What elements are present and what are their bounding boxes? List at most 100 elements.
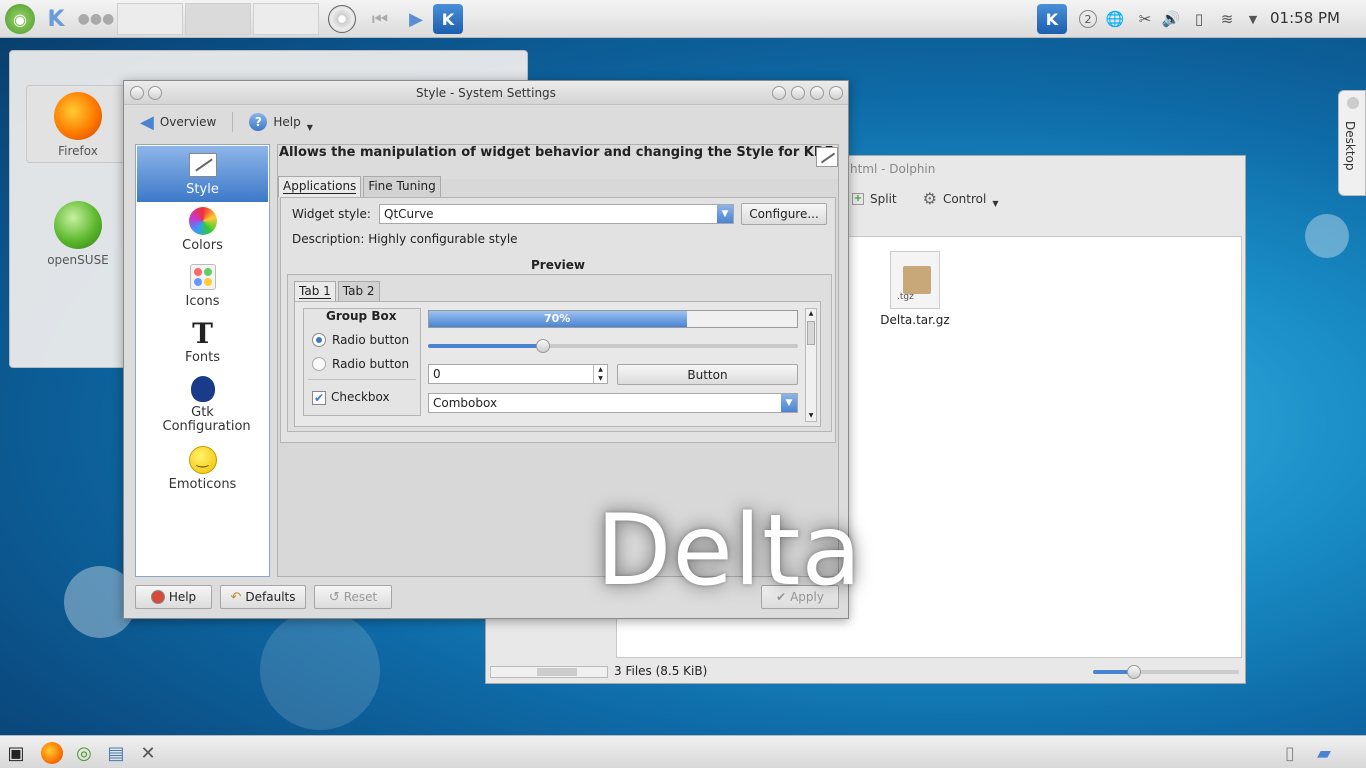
scroll-down-icon[interactable]: ▼ — [806, 411, 816, 421]
preview-slider[interactable] — [428, 339, 798, 353]
network-manager-icon[interactable]: ◎ — [70, 739, 98, 767]
top-panel: ◉ K ●●● ⏮ ▶ K K 2 🌐 ✂ 🔊 ▯ ≋ ▼ 01:58 PM — [0, 0, 1366, 38]
tab-label: Fine Tuning — [368, 179, 436, 193]
dolphin-statusbar: 3 Files (8.5 KiB) — [486, 661, 1245, 683]
desktop-toolbox[interactable]: Desktop — [1338, 90, 1366, 196]
scissors-icon[interactable]: ✂ — [1134, 8, 1156, 30]
desktop-icon-opensuse[interactable]: openSUSE — [26, 199, 130, 267]
window-title: Style - System Settings — [416, 86, 556, 100]
category-emoticons[interactable]: ‿ Emoticons — [137, 441, 268, 497]
pager-desktop-3[interactable] — [253, 3, 319, 35]
reset-icon: ↺ — [328, 589, 340, 605]
gnome-foot-icon — [188, 374, 218, 404]
widget-style-combo[interactable]: QtCurve ▼ — [379, 204, 734, 224]
battery-icon[interactable]: ▯ — [1188, 8, 1210, 30]
clock[interactable]: 01:58 PM — [1270, 9, 1340, 27]
window-help-button[interactable] — [772, 86, 786, 100]
combobox-value: Combobox — [433, 396, 498, 410]
style-description: Description: Highly configurable style — [292, 232, 518, 246]
zoom-slider-handle[interactable] — [1127, 665, 1141, 679]
reset-button[interactable]: ↺ Reset — [314, 585, 392, 609]
category-icons[interactable]: Icons — [137, 258, 268, 314]
bokeh-light — [1305, 214, 1349, 258]
help-button-label: Help — [168, 590, 197, 604]
style-module-icon — [816, 147, 838, 167]
back-arrow-icon: ◀ — [140, 111, 154, 133]
preview-combobox[interactable]: Combobox ▼ — [428, 393, 798, 413]
package-box-icon — [903, 266, 931, 294]
firefox-launcher[interactable] — [38, 739, 66, 767]
file-name: Delta.tar.gz — [880, 313, 950, 327]
preview-button[interactable]: Button — [617, 364, 798, 385]
volume-icon[interactable]: 🔊 — [1160, 8, 1182, 30]
window-maximize-button[interactable] — [810, 86, 824, 100]
application-launcher[interactable]: ◉ — [4, 3, 36, 35]
tab-fine-tuning[interactable]: Fine Tuning — [363, 176, 441, 197]
preview-tab-2[interactable]: Tab 2 — [337, 281, 380, 302]
main-tabbar: Applications Fine Tuning — [278, 176, 443, 197]
reset-button-label: Reset — [343, 590, 378, 604]
radio-button-1[interactable] — [312, 333, 326, 347]
zoom-slider[interactable] — [1093, 665, 1239, 679]
checkbox[interactable]: ✔ — [312, 391, 326, 405]
tab-label: Tab 2 — [342, 284, 375, 298]
desktop-icon-label: Firefox — [58, 144, 98, 158]
kde-activities-button[interactable]: K — [40, 3, 72, 35]
desktop-icon-firefox[interactable]: Firefox — [26, 85, 130, 163]
folder-icon[interactable]: ▰ — [1310, 739, 1338, 767]
category-fonts[interactable]: T Fonts — [137, 314, 268, 370]
scrollbar-handle[interactable] — [537, 668, 577, 676]
file-item[interactable]: .tgz Delta.tar.gz — [865, 251, 965, 327]
tab-applications[interactable]: Applications — [278, 176, 362, 197]
previous-track-icon[interactable]: ⏮ — [366, 3, 394, 35]
preview-tab-page: Group Box Radio button Radio button ✔ Ch… — [294, 301, 821, 427]
desktop-toolbox-label: Desktop — [1343, 121, 1357, 171]
preview-scrollbar[interactable]: ▲ ▼ — [805, 308, 817, 422]
category-gtk-configuration[interactable]: Gtk Configuration — [137, 370, 268, 440]
preview-tab-1[interactable]: Tab 1 — [294, 281, 336, 302]
slider-handle[interactable] — [536, 339, 550, 353]
scroll-up-icon[interactable]: ▲ — [806, 309, 816, 319]
control-button[interactable]: ⚙ Control ▼ — [917, 186, 1005, 211]
help-button[interactable]: Help — [135, 585, 212, 609]
color-palette-icon — [188, 206, 218, 236]
radio-button-2[interactable] — [312, 357, 326, 371]
tray-expand-icon[interactable]: ▼ — [1242, 8, 1264, 30]
opensuse-icon — [54, 201, 102, 249]
category-colors[interactable]: Colors — [137, 202, 268, 258]
defaults-button[interactable]: ↶ Defaults — [220, 585, 306, 609]
category-label: Fonts — [184, 350, 221, 365]
pager-indicator[interactable]: 2 — [1077, 8, 1099, 30]
fonts-t-icon: T — [192, 316, 213, 350]
wifi-icon[interactable]: ≋ — [1216, 8, 1238, 30]
help-menu-button[interactable]: ? Help ▼ — [243, 110, 319, 135]
group-divider — [308, 379, 416, 380]
scrollbar-handle[interactable] — [807, 321, 815, 345]
preview-spinbox[interactable]: 0 ▲ ▼ — [428, 364, 608, 384]
trash-icon[interactable]: ▯ — [1276, 739, 1304, 767]
category-style[interactable]: Style — [137, 146, 268, 202]
text-editor-icon[interactable]: ▤ — [102, 739, 130, 767]
status-text: 3 Files (8.5 KiB) — [614, 664, 708, 678]
split-button[interactable]: + Split — [846, 189, 903, 209]
more-dots-icon[interactable]: ●●● — [78, 3, 115, 35]
kde-taskbar-item[interactable]: K — [432, 3, 464, 35]
pager-desktop-1[interactable] — [117, 3, 183, 35]
configure-button[interactable]: Configure... — [741, 203, 827, 225]
spinbox-arrows-icon[interactable]: ▲ ▼ — [593, 365, 607, 383]
dolphin-toolbar: + Split ⚙ Control ▼ — [846, 186, 1005, 211]
window-titlebar[interactable]: Style - System Settings — [124, 81, 848, 105]
system-tools-icon[interactable]: ✕ — [134, 739, 162, 767]
play-icon[interactable]: ▶ — [402, 3, 430, 35]
kde-tray-item[interactable]: K — [1036, 3, 1068, 35]
media-disc-button[interactable] — [326, 3, 358, 35]
horizontal-scrollbar[interactable] — [490, 666, 608, 678]
window-close-button[interactable] — [829, 86, 843, 100]
window-minimize-button[interactable] — [791, 86, 805, 100]
show-desktop-icon[interactable]: ▣ — [2, 739, 30, 767]
chevron-down-icon: ▼ — [306, 122, 313, 132]
progress-bar: 70% — [428, 310, 798, 328]
pager-desktop-2[interactable] — [185, 3, 251, 35]
network-globe-icon[interactable]: 🌐 — [1104, 8, 1126, 30]
overview-button[interactable]: ◀ Overview — [134, 109, 222, 136]
